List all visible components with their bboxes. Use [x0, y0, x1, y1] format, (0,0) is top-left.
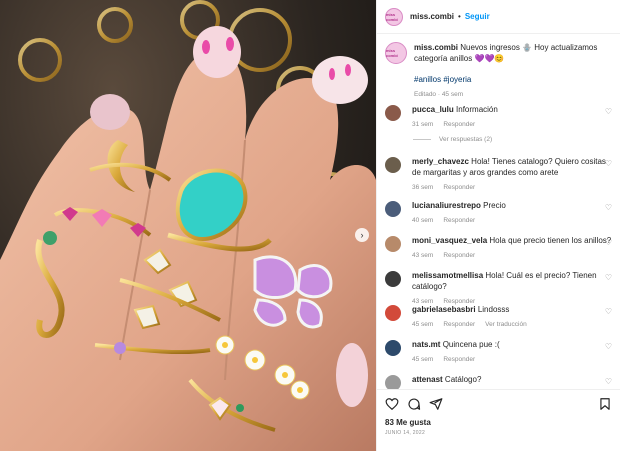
comment-username[interactable]: lucianaliurestrepo — [412, 201, 481, 210]
reply-button[interactable]: Responder — [443, 215, 475, 226]
comment-text: Información — [456, 105, 498, 114]
username[interactable]: miss.combi — [410, 12, 454, 21]
comment-icon[interactable] — [407, 397, 421, 411]
post-actions: 83 Me gusta JUNIO 14, 2022 — [377, 389, 620, 436]
reply-button[interactable]: Responder — [443, 319, 475, 330]
heart-icon[interactable]: ♡ — [605, 377, 612, 386]
see-translation-button[interactable]: Ver traducción — [485, 319, 527, 330]
post-date: JUNIO 14, 2022 — [385, 430, 426, 436]
comment-username[interactable]: moni_vasquez_vela — [412, 236, 487, 245]
instagram-post-window: › miss combi miss.combi • Seguir miss co… — [0, 0, 620, 451]
avatar[interactable] — [385, 271, 401, 287]
heart-icon[interactable]: ♡ — [605, 273, 612, 282]
avatar[interactable] — [385, 305, 401, 321]
reply-button[interactable]: Responder — [443, 182, 475, 193]
avatar[interactable] — [385, 201, 401, 217]
comment-item: attenast Catálogo? ♡ — [377, 374, 620, 389]
view-replies-label: Ver respuestas (2) — [439, 136, 493, 143]
comment-text: Hola que precio tienen los anillos? — [489, 236, 612, 245]
comment-item: gabrielasebasbri Lindosss 45 sem Respond… — [377, 304, 620, 330]
post-side-panel: miss combi miss.combi • Seguir miss comb… — [376, 0, 620, 451]
follow-button[interactable]: Seguir — [465, 12, 490, 21]
caption-username[interactable]: miss.combi — [414, 43, 458, 52]
avatar[interactable] — [385, 375, 401, 389]
avatar[interactable]: miss combi — [385, 7, 403, 26]
comment-username[interactable]: nats.mt — [412, 340, 440, 349]
heart-icon[interactable]: ♡ — [605, 107, 612, 116]
heart-icon[interactable]: ♡ — [605, 203, 612, 212]
comment-item: pucca_lulu Información 31 sem Responder … — [377, 104, 620, 130]
reply-button[interactable]: Responder — [443, 354, 475, 365]
post-caption: miss combi miss.combi Nuevos ingresos 🪬 … — [377, 34, 620, 100]
hashtags-link[interactable]: #anillos #joyeria — [414, 74, 612, 85]
avatar[interactable]: miss combi — [385, 42, 407, 64]
comment-item: nats.mt Quincena pue :( 45 sem Responder… — [377, 339, 620, 365]
comment-item: melissamotmellisa Hola! Cuál es el preci… — [377, 270, 620, 307]
rings-on-hand-image — [0, 0, 376, 451]
post-header: miss combi miss.combi • Seguir — [377, 0, 620, 34]
share-icon[interactable] — [429, 397, 443, 411]
comment-item: lucianaliurestrepo Precio 40 sem Respond… — [377, 200, 620, 226]
comment-time: 45 sem — [412, 356, 434, 363]
reply-button[interactable]: Responder — [443, 250, 475, 261]
comment-time: 36 sem — [412, 184, 434, 191]
heart-icon[interactable] — [385, 397, 399, 411]
comment-time: 45 sem — [412, 321, 434, 328]
avatar[interactable] — [385, 236, 401, 252]
comment-username[interactable]: merly_chavezc — [412, 157, 469, 166]
avatar[interactable] — [385, 105, 401, 121]
heart-icon[interactable]: ♡ — [605, 307, 612, 316]
edited-timestamp: Editado · 45 sem — [414, 91, 464, 98]
comment-username[interactable]: attenast — [412, 375, 443, 384]
comment-time: 31 sem — [412, 121, 434, 128]
comment-text: Precio — [483, 201, 506, 210]
comment-username[interactable]: gabrielasebasbri — [412, 305, 476, 314]
heart-icon[interactable]: ♡ — [605, 342, 612, 351]
divider — [413, 139, 431, 140]
heart-icon[interactable]: ♡ — [605, 159, 612, 168]
comment-text: Lindosss — [477, 305, 510, 314]
comment-text: Quincena pue :( — [442, 340, 500, 349]
next-arrow-icon[interactable]: › — [355, 228, 369, 242]
avatar[interactable] — [385, 157, 401, 173]
comments-list[interactable]: miss combi miss.combi Nuevos ingresos 🪬 … — [377, 34, 620, 389]
post-photo[interactable]: › — [0, 0, 376, 451]
avatar[interactable] — [385, 340, 401, 356]
separator-dot: • — [458, 12, 461, 21]
comment-item: merly_chavezc Hola! Tienes catalogo? Qui… — [377, 156, 620, 193]
comment-username[interactable]: melissamotmellisa — [412, 271, 483, 280]
heart-icon[interactable]: ♡ — [605, 238, 612, 247]
comment-time: 40 sem — [412, 217, 434, 224]
comment-item: moni_vasquez_vela Hola que precio tienen… — [377, 235, 620, 261]
comment-username[interactable]: pucca_lulu — [412, 105, 454, 114]
comment-time: 43 sem — [412, 252, 434, 259]
likes-count[interactable]: 83 Me gusta — [385, 418, 612, 427]
save-icon[interactable] — [598, 397, 612, 411]
comment-text: Catálogo? — [444, 375, 482, 384]
view-replies-button[interactable]: Ver respuestas (2) — [413, 136, 492, 143]
reply-button[interactable]: Responder — [443, 119, 475, 130]
